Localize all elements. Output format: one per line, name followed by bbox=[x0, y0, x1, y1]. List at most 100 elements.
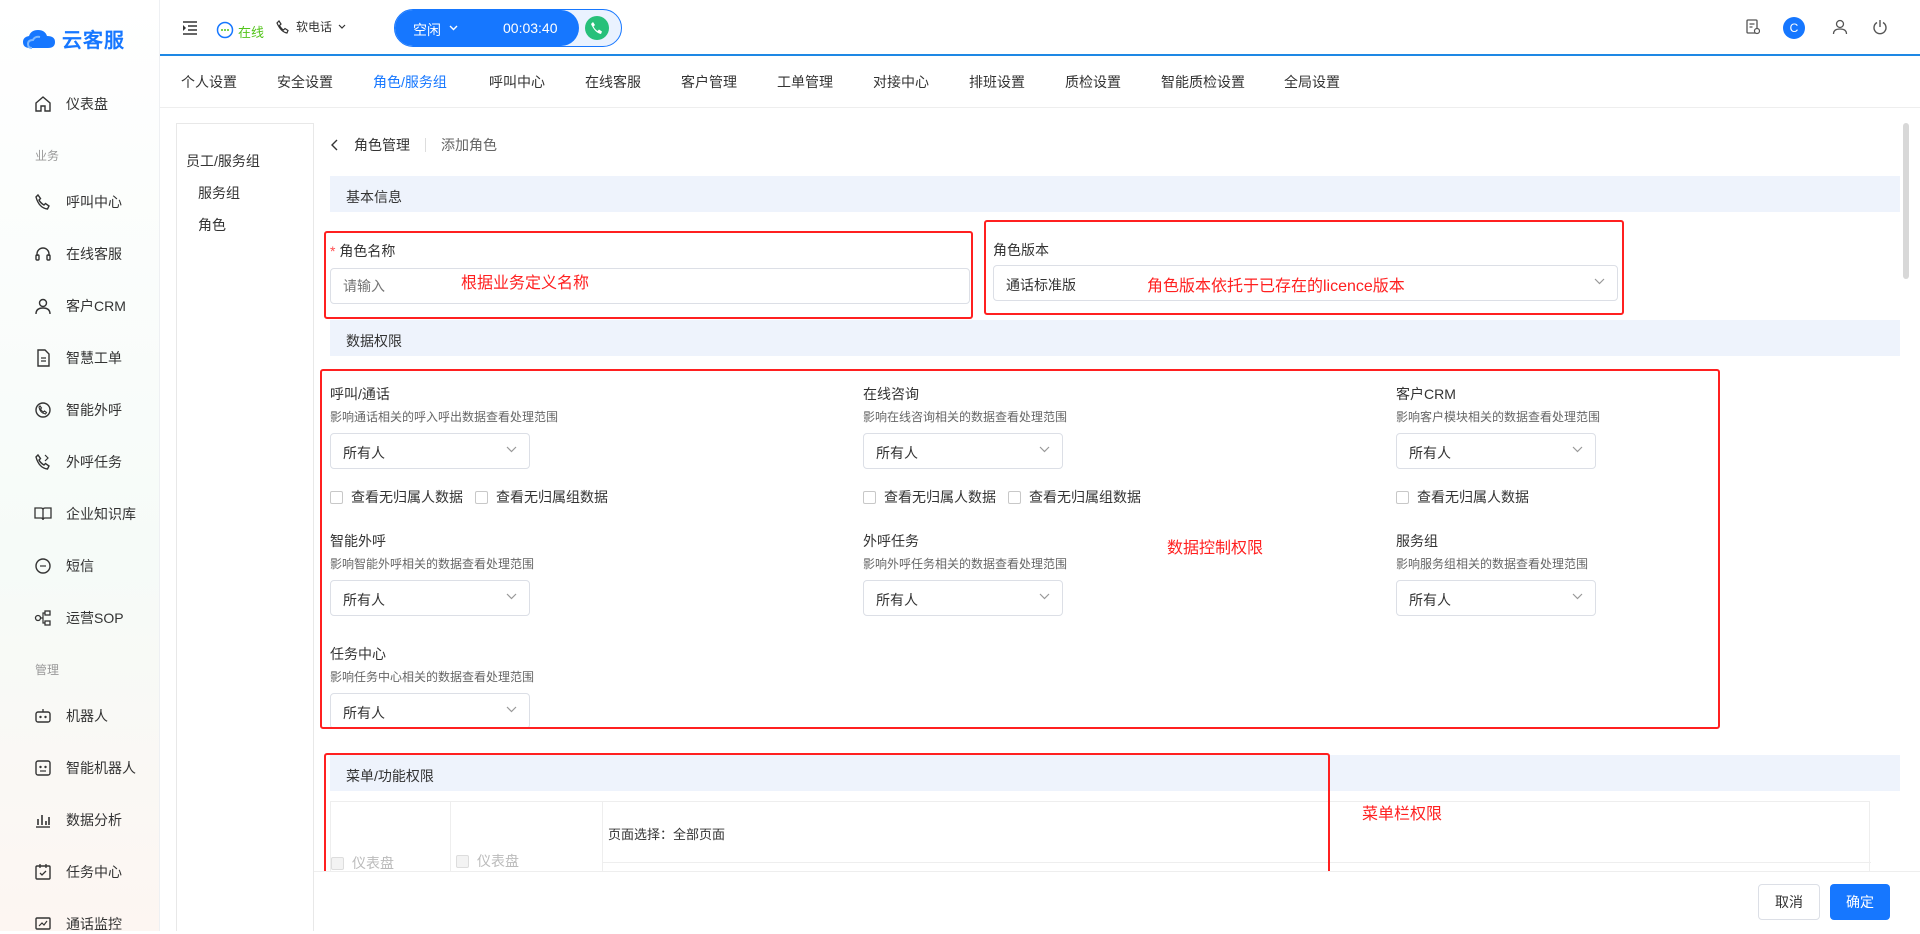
whatsapp-phone-icon bbox=[35, 402, 51, 418]
checkbox-box bbox=[863, 490, 876, 504]
online-status-text: 在线 bbox=[238, 25, 265, 40]
flow-icon bbox=[34, 610, 51, 626]
data-perm-checkbox[interactable]: 查看无归属组数据 bbox=[1008, 487, 1141, 507]
sidebar-item[interactable]: 仪表盘 bbox=[34, 94, 108, 114]
checkbox-box bbox=[330, 490, 343, 504]
phone-type-select[interactable]: 软电话 bbox=[276, 18, 346, 35]
data-perm-select-value: 所有人 bbox=[876, 592, 918, 608]
sidebar-item[interactable]: 呼叫中心 bbox=[34, 192, 122, 212]
menu-checkbox-label: 仪表盘 bbox=[352, 855, 394, 871]
tab-item[interactable]: 对接中心 bbox=[873, 72, 929, 92]
data-perm-select[interactable]: 所有人 bbox=[330, 693, 530, 729]
sidebar-item-label: 外呼任务 bbox=[66, 454, 122, 470]
cancel-button[interactable]: 取消 bbox=[1758, 884, 1820, 920]
call-timer: 00:03:40 bbox=[503, 20, 558, 36]
data-perm-select[interactable]: 所有人 bbox=[1396, 580, 1596, 616]
footer-bar: 取消 确定 bbox=[314, 871, 1920, 931]
phone-icon bbox=[35, 193, 50, 210]
data-perm-label: 客户CRM bbox=[1396, 386, 1456, 402]
menu-checkbox-dashboard[interactable]: 仪表盘 bbox=[331, 853, 394, 873]
tab-item[interactable]: 排班设置 bbox=[969, 72, 1025, 92]
data-perm-label: 在线咨询 bbox=[863, 386, 919, 402]
submenu-checkbox-dashboard[interactable]: 仪表盘 bbox=[456, 851, 519, 871]
book-icon bbox=[34, 507, 52, 521]
sidebar-item[interactable]: 通话监控 bbox=[34, 914, 122, 934]
data-perm-checkbox[interactable]: 查看无归属人数据 bbox=[863, 487, 996, 507]
tab-item[interactable]: 质检设置 bbox=[1065, 72, 1121, 92]
checkbox-box bbox=[456, 854, 469, 868]
sidebar-item[interactable]: 机器人 bbox=[34, 706, 108, 726]
avatar[interactable]: C bbox=[1783, 17, 1805, 39]
panel-item-service-group[interactable]: 服务组 bbox=[198, 183, 240, 203]
data-perm-checkbox-label: 查看无归属人数据 bbox=[1417, 489, 1529, 505]
tab-item[interactable]: 呼叫中心 bbox=[489, 72, 545, 92]
cancel-button-label: 取消 bbox=[1775, 894, 1803, 910]
data-perm-select[interactable]: 所有人 bbox=[1396, 433, 1596, 469]
section-manage: 管理 bbox=[35, 663, 60, 677]
sidebar-item[interactable]: 外呼任务 bbox=[34, 452, 122, 472]
data-perm-select-value: 所有人 bbox=[343, 592, 385, 608]
back-arrow-icon[interactable] bbox=[330, 139, 340, 151]
app-logo[interactable]: 云客服 bbox=[22, 24, 125, 53]
sidebar-item[interactable]: 运营SOP bbox=[34, 608, 124, 628]
tab-item[interactable]: 工单管理 bbox=[777, 72, 833, 92]
sidebar: 云客服 仪表盘呼叫中心在线客服客户CRM 智慧工单智能外呼外呼任务企业知识库短信运… bbox=[0, 0, 160, 934]
data-perm-checkbox[interactable]: 查看无归属组数据 bbox=[475, 487, 608, 507]
sidebar-item-label: 客户CRM bbox=[66, 298, 126, 314]
sidebar-item[interactable]: 智慧工单 bbox=[34, 348, 122, 368]
data-perm-select-value: 所有人 bbox=[343, 705, 385, 721]
sidebar-item[interactable]: 客户CRM bbox=[34, 296, 126, 316]
menu-col-1: 仪表盘 bbox=[331, 802, 451, 872]
online-status[interactable]: 在线 bbox=[216, 18, 264, 41]
tab-item[interactable]: 全局设置 bbox=[1284, 72, 1340, 92]
tab-item[interactable]: 在线客服 bbox=[585, 72, 641, 92]
sidebar-item[interactable]: 短信 bbox=[34, 556, 94, 576]
sidebar-item[interactable]: 企业知识库 bbox=[34, 504, 136, 524]
user-icon bbox=[35, 298, 51, 315]
chart-icon bbox=[36, 815, 50, 828]
data-perm-hint: 影响通话相关的呼入呼出数据查看处理范围 bbox=[330, 410, 559, 424]
user-profile-icon[interactable] bbox=[1832, 19, 1848, 35]
data-perm-select[interactable]: 所有人 bbox=[330, 580, 530, 616]
data-perm-select[interactable]: 所有人 bbox=[863, 433, 1063, 469]
sidebar-item[interactable]: 智能机器人 bbox=[34, 758, 136, 778]
sidebar-item[interactable]: 智能外呼 bbox=[34, 400, 122, 420]
section-basic-info: 基本信息 bbox=[330, 176, 1900, 212]
call-control: 空闲 00:03:40 bbox=[394, 9, 622, 47]
answer-call-button[interactable] bbox=[585, 16, 609, 40]
panel-title[interactable]: 员工/服务组 bbox=[186, 151, 260, 171]
data-perm-checkbox[interactable]: 查看无归属人数据 bbox=[1396, 487, 1529, 507]
call-state-text: 空闲 bbox=[413, 22, 441, 38]
role-name-input[interactable] bbox=[330, 268, 970, 304]
data-perm-label: 智能外呼 bbox=[330, 533, 386, 549]
data-perm-checkbox[interactable]: 查看无归属人数据 bbox=[330, 487, 463, 507]
tab-item[interactable]: 安全设置 bbox=[277, 72, 333, 92]
sidebar-item[interactable]: 在线客服 bbox=[34, 244, 122, 264]
data-perm-checkbox-label: 查看无归属组数据 bbox=[1029, 489, 1141, 505]
content-scrollbar[interactable] bbox=[1903, 123, 1909, 279]
data-perm-select[interactable]: 所有人 bbox=[330, 433, 530, 469]
role-name-label: * 角色名称 bbox=[330, 241, 395, 261]
tab-item[interactable]: 个人设置 bbox=[181, 72, 237, 92]
call-state-button[interactable]: 空闲 00:03:40 bbox=[395, 10, 579, 46]
notice-icon[interactable] bbox=[1746, 19, 1760, 35]
confirm-button[interactable]: 确定 bbox=[1830, 884, 1890, 920]
tab-item[interactable]: 角色/服务组 bbox=[373, 72, 447, 92]
sidebar-item[interactable]: 任务中心 bbox=[34, 862, 122, 882]
robot-icon bbox=[35, 709, 51, 723]
data-perm-label: 外呼任务 bbox=[863, 533, 919, 549]
breadcrumb: 角色管理 添加角色 bbox=[330, 135, 497, 155]
tab-item[interactable]: 智能质检设置 bbox=[1161, 72, 1245, 92]
power-icon[interactable] bbox=[1872, 19, 1888, 35]
data-perm-checkbox-label: 查看无归属组数据 bbox=[496, 489, 608, 505]
sidebar-item-label: 数据分析 bbox=[66, 812, 122, 828]
data-perm-hint: 影响任务中心相关的数据查看处理范围 bbox=[330, 670, 535, 684]
data-perm-checkbox-label: 查看无归属人数据 bbox=[351, 489, 463, 505]
menu-row-divider bbox=[603, 862, 1871, 863]
data-perm-select[interactable]: 所有人 bbox=[863, 580, 1063, 616]
breadcrumb-parent[interactable]: 角色管理 bbox=[354, 135, 410, 155]
tab-item[interactable]: 客户管理 bbox=[681, 72, 737, 92]
sidebar-item[interactable]: 数据分析 bbox=[34, 810, 122, 830]
panel-item-role[interactable]: 角色 bbox=[198, 215, 226, 235]
menu-fold-icon[interactable] bbox=[182, 21, 198, 35]
